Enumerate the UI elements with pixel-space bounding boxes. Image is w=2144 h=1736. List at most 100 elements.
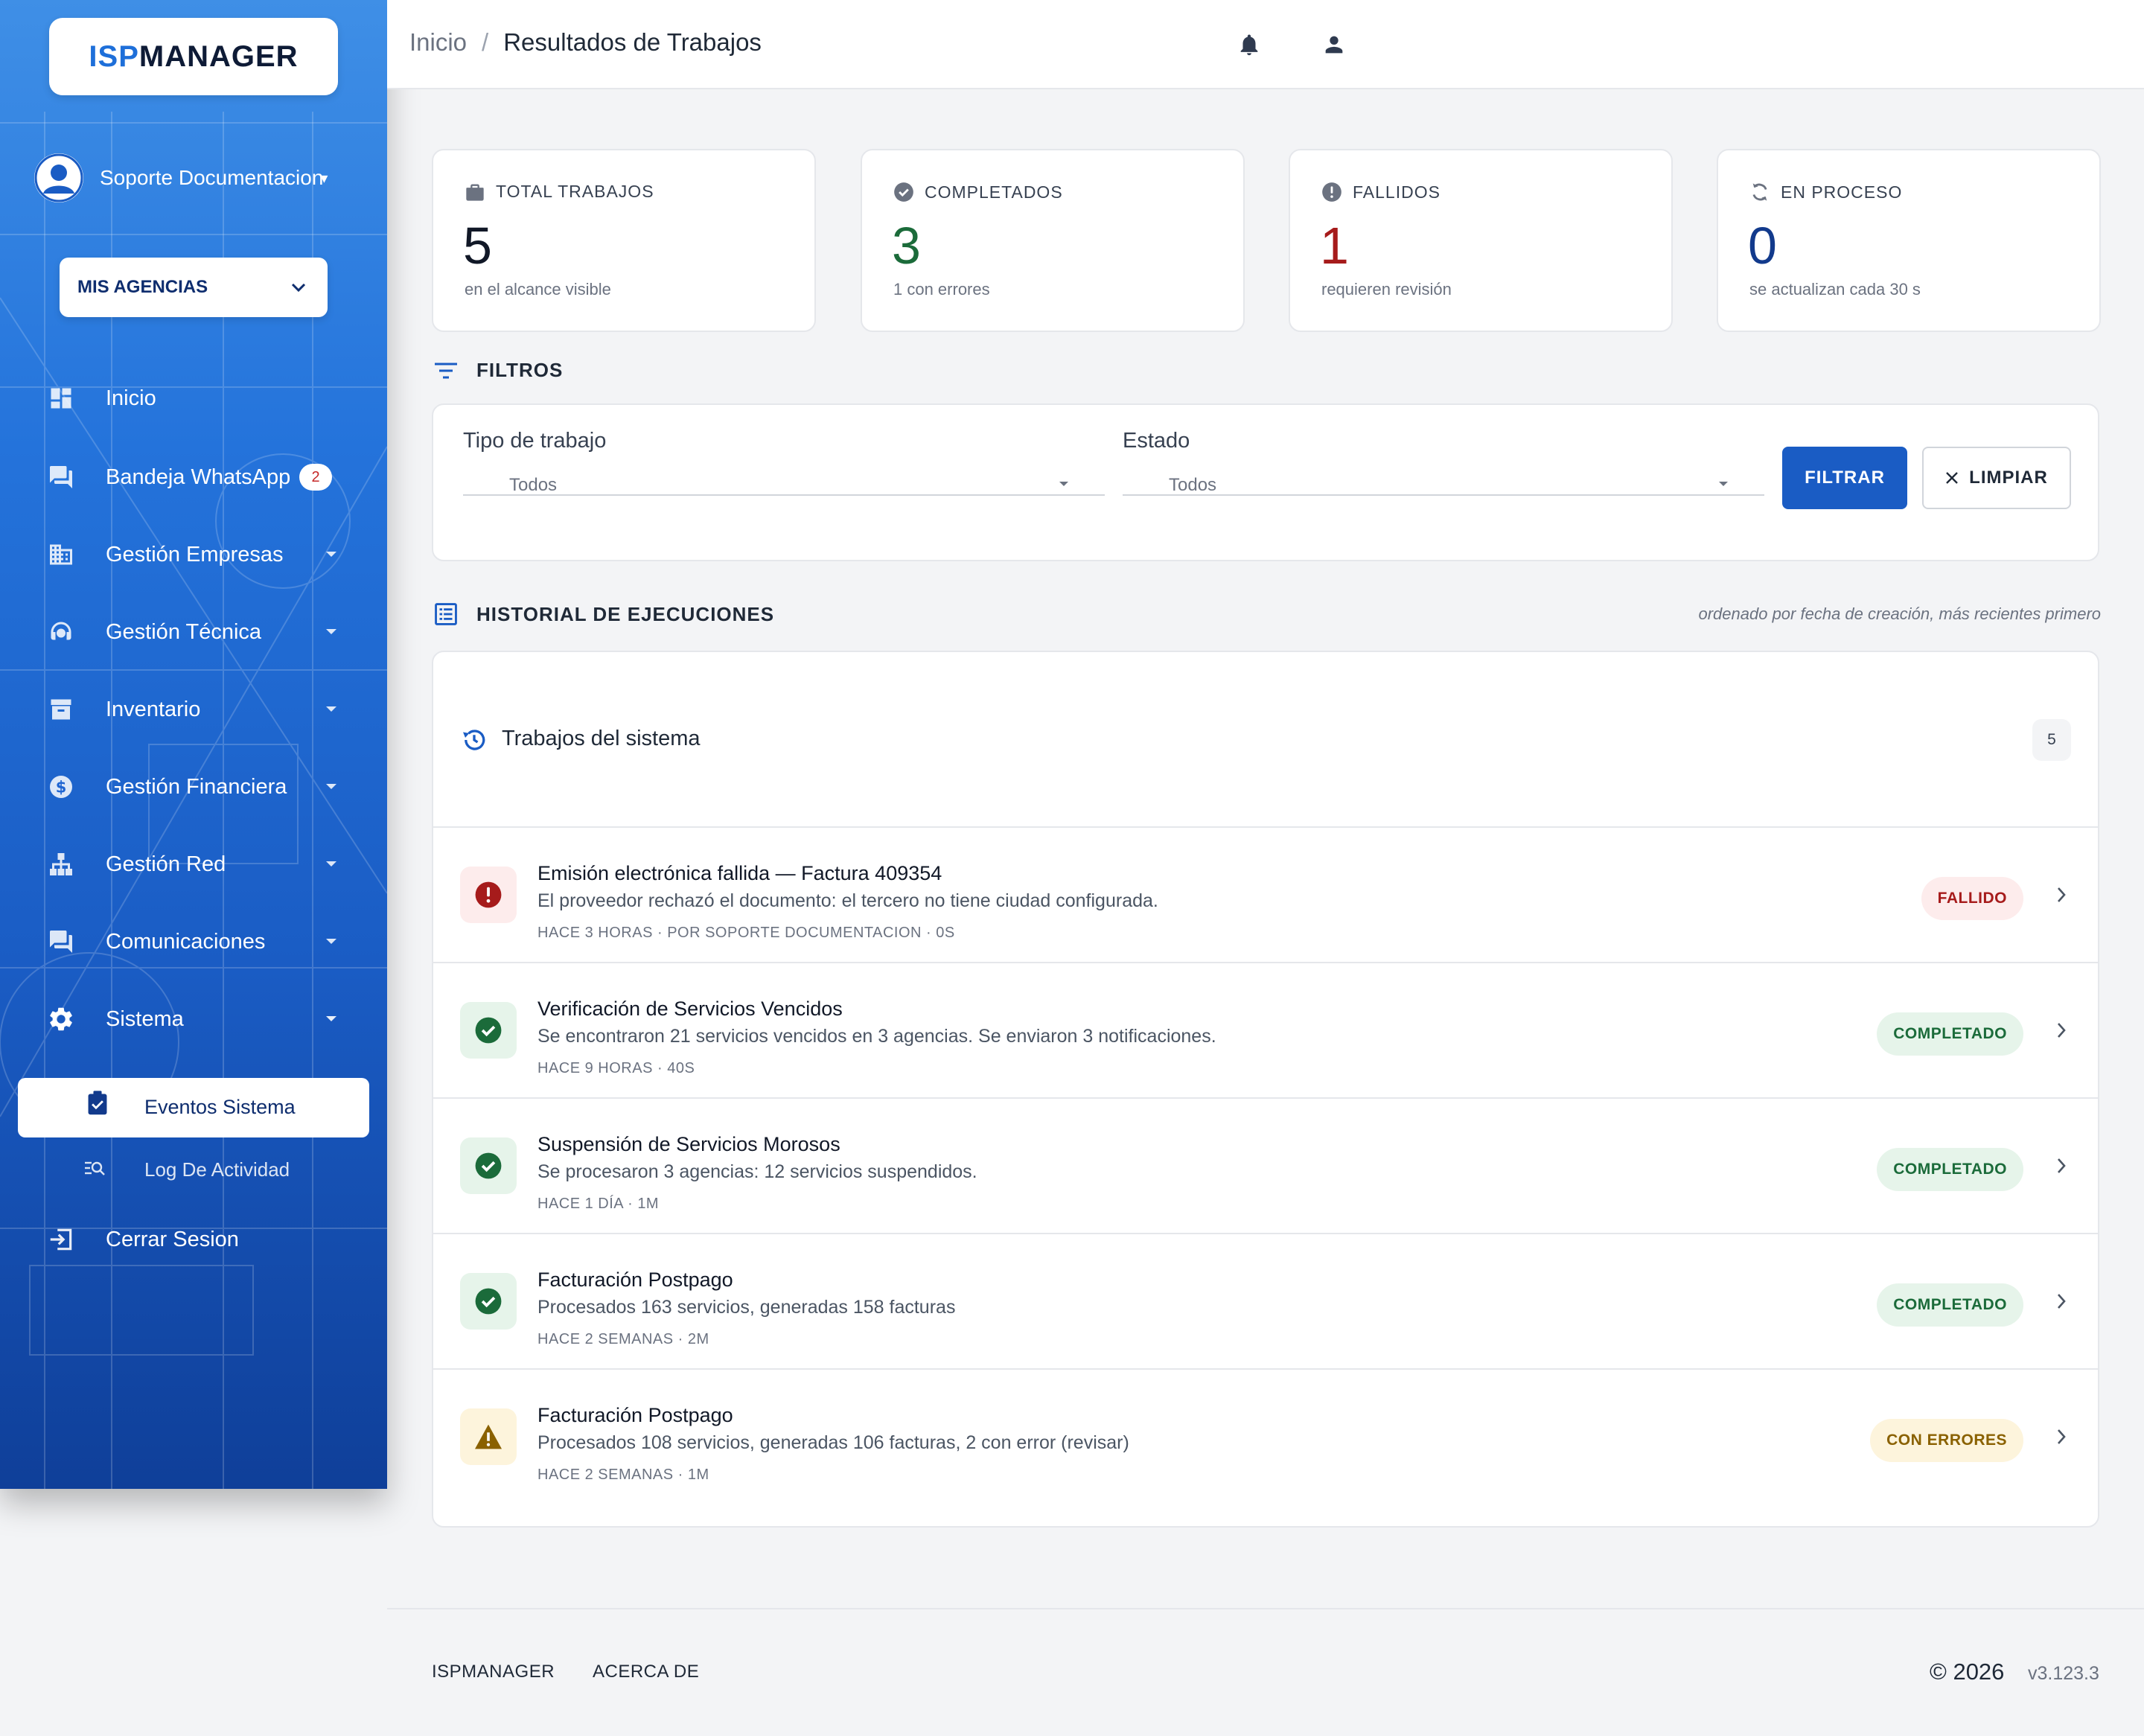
history-card-header: Trabajos del sistema 5 <box>433 652 2098 828</box>
stat-card-completados: COMPLETADOS 3 1 con errores <box>861 149 1245 332</box>
caret-down-icon: ▾ <box>320 170 328 187</box>
agency-selector[interactable]: MIS AGENCIAS <box>60 258 328 317</box>
job-meta: HACE 9 HORAS · 40S <box>537 1060 695 1076</box>
job-title: Facturación Postpago <box>537 1404 733 1426</box>
filter-panel: Tipo de trabajo Todos Estado Todos FILTR… <box>432 403 2099 561</box>
page-title: Resultados de Trabajos <box>503 28 762 56</box>
job-status-icon <box>460 1273 517 1330</box>
logo[interactable]: ISPMANAGER <box>49 18 338 95</box>
nav-item-financiera[interactable]: $ Gestión Financiera <box>0 761 387 813</box>
job-status-icon <box>460 1002 517 1059</box>
check-circle-icon <box>475 1017 502 1044</box>
nav-item-comunicaciones[interactable]: Comunicaciones <box>0 916 387 968</box>
footer-link-ispmanager[interactable]: ISPMANAGER <box>432 1662 555 1682</box>
nav-item-inicio[interactable]: Inicio <box>0 372 387 424</box>
briefcase-icon <box>466 184 484 201</box>
topbar: Inicio / Resultados de Trabajos <box>387 0 2144 89</box>
job-row[interactable]: Emisión electrónica fallida — Factura 40… <box>433 828 2098 963</box>
nav-item-red[interactable]: Gestión Red <box>0 838 387 890</box>
stat-card-total: TOTAL TRABAJOS 5 en el alcance visible <box>432 149 816 332</box>
job-type-select[interactable]: Todos <box>463 467 1105 496</box>
job-count-badge: 5 <box>2032 719 2071 761</box>
nav-label: Inventario <box>106 697 201 721</box>
job-description: El proveedor rechazó el documento: el te… <box>537 890 1158 911</box>
chevron-right-icon <box>2058 1429 2066 1444</box>
caret-down-icon <box>326 1016 336 1021</box>
nav-label: Sistema <box>106 1006 184 1031</box>
agency-label: MIS AGENCIAS <box>77 277 208 297</box>
nav-item-whatsapp[interactable]: Bandeja WhatsApp 2 <box>0 451 387 503</box>
nav-item-empresas[interactable]: Gestión Empresas <box>0 529 387 581</box>
status-badge: CON ERRORES <box>1870 1419 2023 1462</box>
avatar <box>34 153 83 202</box>
caret-down-icon <box>326 939 336 944</box>
field-label: Estado <box>1123 429 1190 453</box>
archive-icon <box>46 695 76 724</box>
history-header: HISTORIAL DE EJECUCIONES <box>433 601 774 627</box>
caret-down-icon <box>326 861 336 867</box>
job-status-icon <box>460 1408 517 1465</box>
network-icon <box>46 849 76 879</box>
user-name: Soporte Documentacion <box>100 166 324 189</box>
chevron-right-icon <box>2058 1023 2066 1038</box>
nav-item-logout[interactable]: Cerrar Sesion <box>0 1213 387 1266</box>
sub-item-eventos-sistema[interactable]: Eventos Sistema <box>18 1078 369 1137</box>
breadcrumb-separator: / <box>482 28 489 56</box>
stat-title: COMPLETADOS <box>925 182 1063 202</box>
stat-title: FALLIDOS <box>1353 182 1440 202</box>
sub-item-log-actividad[interactable]: Log De Actividad <box>0 1151 387 1188</box>
breadcrumb-home[interactable]: Inicio <box>409 28 467 57</box>
logo-manager: MANAGER <box>138 39 299 73</box>
nav-item-sistema[interactable]: Sistema <box>0 993 387 1045</box>
job-meta: HACE 2 SEMANAS · 1M <box>537 1467 709 1483</box>
filters-header: FILTROS <box>433 359 563 382</box>
stat-value: 1 <box>1320 217 1349 275</box>
stat-subtitle: 1 con errores <box>893 280 990 299</box>
nav-item-inventario[interactable]: Inventario <box>0 683 387 735</box>
stat-title: EN PROCESO <box>1781 182 1903 202</box>
warning-icon <box>475 1424 502 1449</box>
chevron-right-icon <box>2058 887 2066 902</box>
job-row[interactable]: Verificación de Servicios Vencidos Se en… <box>433 963 2098 1099</box>
nav-label: Inicio <box>106 386 156 410</box>
user-avatar-icon <box>34 153 83 202</box>
sync-icon <box>1752 183 1767 201</box>
state-select[interactable]: Todos <box>1123 467 1764 496</box>
filter-list-icon <box>435 363 457 378</box>
field-label: Tipo de trabajo <box>463 429 607 453</box>
filter-button[interactable]: FILTRAR <box>1782 447 1907 509</box>
stat-subtitle: en el alcance visible <box>465 280 611 299</box>
job-meta: HACE 3 HORAS · POR SOPORTE DOCUMENTACION… <box>537 925 955 941</box>
chevron-right-icon <box>2058 1294 2066 1309</box>
chevron-right-icon <box>2058 1158 2066 1173</box>
clear-button[interactable]: LIMPIAR <box>1922 447 2071 509</box>
sub-item-label: Log De Actividad <box>144 1158 290 1181</box>
dashboard-icon <box>46 383 76 413</box>
nav-label: Gestión Red <box>106 852 226 876</box>
nav-item-tecnica[interactable]: Gestión Técnica <box>0 606 387 658</box>
bell-icon[interactable] <box>1233 28 1266 61</box>
stat-title: TOTAL TRABAJOS <box>496 182 654 201</box>
caret-down-icon <box>1719 482 1728 486</box>
job-row[interactable]: Facturación Postpago Procesados 108 serv… <box>433 1370 2098 1505</box>
account-icon[interactable] <box>1318 28 1350 61</box>
close-icon <box>1946 472 1959 484</box>
nav-label: Comunicaciones <box>106 929 266 954</box>
user-menu[interactable]: Soporte Documentacion ▾ <box>34 153 328 202</box>
select-value: Todos <box>509 475 558 495</box>
job-meta: HACE 1 DÍA · 1M <box>537 1196 660 1212</box>
copyright: © 2026 <box>1930 1659 2005 1685</box>
job-title: Facturación Postpago <box>537 1269 733 1291</box>
footer-link-about[interactable]: ACERCA DE <box>593 1662 699 1682</box>
stat-subtitle: requieren revisión <box>1321 280 1452 299</box>
footer: ISPMANAGER ACERCA DE © 2026 v3.123.3 <box>387 1608 2144 1736</box>
status-badge: COMPLETADO <box>1877 1012 2023 1056</box>
job-row[interactable]: Facturación Postpago Procesados 163 serv… <box>433 1234 2098 1370</box>
svg-text:$: $ <box>56 779 67 797</box>
history-icon <box>460 727 488 757</box>
job-row[interactable]: Suspensión de Servicios Morosos Se proce… <box>433 1099 2098 1234</box>
error-icon <box>475 881 502 908</box>
stat-value: 5 <box>463 217 492 275</box>
section-title: FILTROS <box>476 359 564 381</box>
check-circle-icon <box>475 1288 502 1315</box>
